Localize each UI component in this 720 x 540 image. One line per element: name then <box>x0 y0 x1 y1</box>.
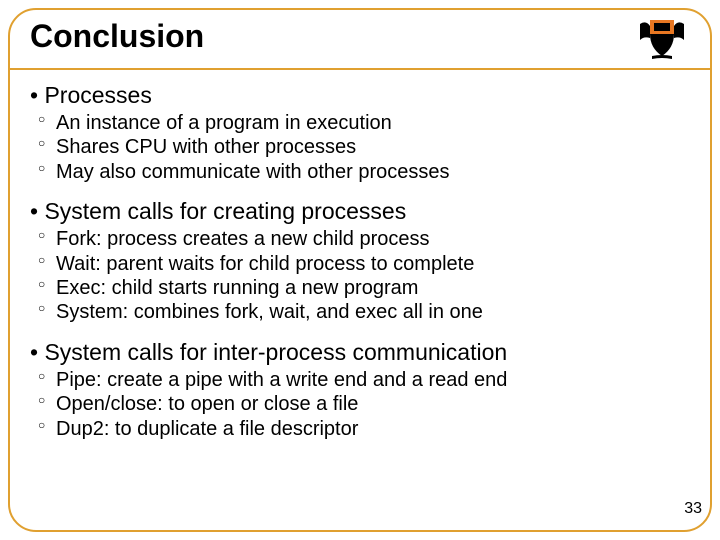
slide-title: Conclusion <box>30 18 204 55</box>
section-heading: System calls for creating processes <box>30 198 690 225</box>
bullet-item: System: combines fork, wait, and exec al… <box>30 300 690 324</box>
bullet-item: Pipe: create a pipe with a write end and… <box>30 368 690 392</box>
bullet-item: May also communicate with other processe… <box>30 160 690 184</box>
princeton-shield-logo <box>632 14 692 62</box>
slide-content: Processes An instance of a program in ex… <box>30 82 690 455</box>
bullet-item: Dup2: to duplicate a file descriptor <box>30 417 690 441</box>
bullet-item: Fork: process creates a new child proces… <box>30 227 690 251</box>
section-creating-processes: System calls for creating processes Fork… <box>30 198 690 325</box>
bullet-item: An instance of a program in execution <box>30 111 690 135</box>
bullet-item: Exec: child starts running a new program <box>30 276 690 300</box>
section-heading: Processes <box>30 82 690 109</box>
bullet-item: Open/close: to open or close a file <box>30 392 690 416</box>
bullet-item: Wait: parent waits for child process to … <box>30 252 690 276</box>
page-number: 33 <box>684 500 702 518</box>
section-ipc: System calls for inter-process communica… <box>30 339 690 441</box>
title-divider <box>10 68 710 70</box>
section-processes: Processes An instance of a program in ex… <box>30 82 690 184</box>
bullet-item: Shares CPU with other processes <box>30 135 690 159</box>
section-heading: System calls for inter-process communica… <box>30 339 690 366</box>
